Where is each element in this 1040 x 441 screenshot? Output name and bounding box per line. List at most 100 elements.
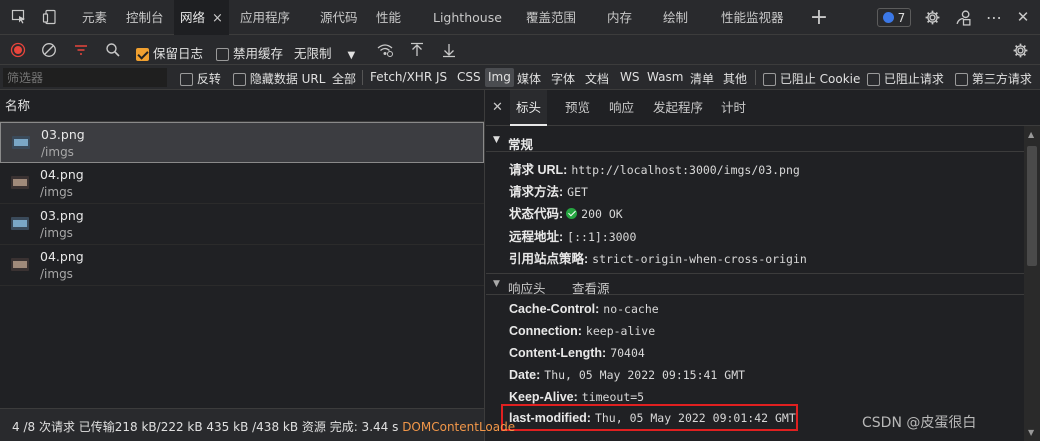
blocked-cookies-checkbox[interactable]: 已阻止 Cookie: [763, 70, 860, 87]
blocked-requests-check[interactable]: [867, 73, 880, 86]
filter-type-fetch-xhr[interactable]: Fetch/XHR: [370, 70, 432, 84]
record-icon[interactable]: [8, 40, 28, 60]
disable-cache-checkbox[interactable]: 禁用缓存: [216, 43, 283, 62]
close-devtools-icon[interactable]: ✕: [1013, 7, 1033, 27]
clear-icon[interactable]: [39, 40, 59, 60]
table-row[interactable]: 03.png /imgs: [0, 122, 484, 163]
settings-gear-icon[interactable]: [922, 7, 942, 27]
export-har-icon[interactable]: [439, 40, 459, 60]
issues-badge[interactable]: 7: [877, 8, 911, 27]
connect-devices-icon[interactable]: [953, 7, 973, 27]
tab-rendering[interactable]: 绘制: [663, 0, 688, 35]
issues-count: 7: [897, 10, 906, 25]
filter-input[interactable]: [3, 68, 167, 87]
header-value: [::1]:3000: [567, 230, 637, 244]
tab-elements[interactable]: 元素: [82, 0, 107, 35]
divider: [755, 70, 756, 85]
preserve-log-check[interactable]: [136, 48, 149, 61]
image-thumbnail-icon: [11, 176, 29, 189]
filter-bar: 反转 隐藏数据 URL 全部 Fetch/XHR JS CSS Img 媒体 字…: [0, 65, 1040, 90]
tab-console[interactable]: 控制台: [126, 0, 164, 35]
tab-application[interactable]: 应用程序: [240, 0, 290, 35]
header-value: 70404: [610, 346, 645, 360]
more-options-icon[interactable]: ⋯: [984, 7, 1004, 27]
invert-label: 反转: [196, 72, 221, 86]
expand-triangle-icon: ▼: [493, 279, 500, 289]
invert-checkbox[interactable]: 反转: [180, 70, 221, 87]
search-icon[interactable]: [103, 40, 123, 60]
close-tab-icon[interactable]: ×: [212, 11, 223, 26]
tab-performance-monitor[interactable]: 性能监视器: [721, 0, 784, 35]
view-source-link[interactable]: 查看源: [572, 278, 610, 297]
third-party-check[interactable]: [955, 73, 968, 86]
status-ok-icon: [566, 208, 578, 219]
disable-cache-check[interactable]: [216, 48, 229, 61]
filter-type-ws[interactable]: WS: [620, 70, 639, 84]
blocked-cookies-check[interactable]: [763, 73, 776, 86]
filter-type-wasm[interactable]: Wasm: [647, 70, 683, 84]
details-scrollbar[interactable]: ▲ ▼: [1024, 126, 1040, 441]
tab-network[interactable]: 网络 ×: [174, 0, 229, 35]
header-row: 引用站点策略: strict-origin-when-cross-origin: [509, 248, 807, 267]
tab-coverage[interactable]: 覆盖范围: [526, 0, 576, 35]
tab-network-label: 网络: [180, 10, 206, 25]
header-key: Date:: [509, 368, 541, 382]
request-name: 03.png: [40, 208, 84, 223]
blocked-requests-label: 已阻止请求: [883, 72, 944, 86]
blocked-requests-checkbox[interactable]: 已阻止请求: [867, 70, 944, 87]
filter-type-other[interactable]: 其他: [723, 70, 747, 87]
header-row: 远程地址: [::1]:3000: [509, 226, 636, 245]
image-thumbnail-icon: [11, 217, 29, 230]
filter-type-js[interactable]: JS: [436, 70, 447, 84]
header-key: Connection:: [509, 324, 582, 338]
tab-response[interactable]: 响应: [609, 90, 634, 126]
tab-headers[interactable]: 标头: [510, 90, 548, 126]
name-column-header[interactable]: 名称: [0, 90, 484, 122]
scroll-up-icon[interactable]: ▲: [1028, 130, 1034, 139]
filter-icon[interactable]: [71, 40, 91, 60]
request-path: /imgs: [40, 185, 73, 199]
tab-performance[interactable]: 性能: [376, 0, 401, 35]
filter-type-media[interactable]: 媒体: [517, 70, 541, 87]
response-headers-section-header[interactable]: ▼ 响应头 查看源: [486, 273, 1024, 297]
device-toolbar-icon[interactable]: [40, 7, 60, 27]
watermark-text: CSDN @皮蛋很白: [862, 415, 977, 431]
tab-timing[interactable]: 计时: [721, 90, 746, 126]
hide-data-urls-check[interactable]: [233, 73, 246, 86]
filter-type-manifest[interactable]: 清单: [690, 70, 714, 87]
table-row[interactable]: 04.png /imgs: [0, 245, 484, 286]
filter-type-css[interactable]: CSS: [457, 70, 481, 84]
import-har-icon[interactable]: [407, 40, 427, 60]
response-headers-title: 响应头: [508, 281, 546, 296]
issues-icon: [882, 12, 894, 23]
tab-memory[interactable]: 内存: [607, 0, 632, 35]
chevron-down-icon: ▼: [347, 50, 356, 61]
request-name: 04.png: [40, 249, 84, 264]
network-settings-gear-icon[interactable]: [1010, 40, 1030, 60]
table-row[interactable]: 03.png /imgs: [0, 204, 484, 245]
close-details-icon[interactable]: ✕: [492, 90, 503, 126]
invert-check[interactable]: [180, 73, 193, 86]
preserve-log-checkbox[interactable]: 保留日志: [136, 43, 203, 62]
filter-type-doc[interactable]: 文档: [585, 70, 609, 87]
header-key: 状态代码:: [509, 207, 564, 221]
scroll-down-icon[interactable]: ▼: [1028, 428, 1034, 437]
table-row[interactable]: 04.png /imgs: [0, 163, 484, 204]
tab-sources[interactable]: 源代码: [320, 0, 358, 35]
tab-preview[interactable]: 预览: [565, 90, 590, 126]
request-list: 名称 03.png /imgs 04.png /imgs 03.png /img…: [0, 90, 485, 408]
scrollbar-thumb[interactable]: [1027, 146, 1037, 266]
throttling-select[interactable]: 无限制 ▼: [294, 43, 355, 62]
filter-type-font[interactable]: 字体: [551, 70, 575, 87]
third-party-checkbox[interactable]: 第三方请求: [955, 70, 1032, 87]
tab-initiator[interactable]: 发起程序: [653, 90, 703, 126]
network-conditions-icon[interactable]: [375, 40, 395, 60]
preserve-log-label: 保留日志: [152, 46, 203, 61]
tab-lighthouse[interactable]: Lighthouse: [433, 0, 502, 35]
hide-data-urls-checkbox[interactable]: 隐藏数据 URL: [233, 70, 325, 87]
inspect-element-icon[interactable]: [9, 7, 29, 27]
filter-type-img[interactable]: Img: [485, 68, 514, 87]
general-section-header[interactable]: ▼ 常规: [486, 130, 1024, 152]
add-tab-icon[interactable]: +: [809, 5, 829, 30]
filter-type-all[interactable]: 全部: [332, 70, 356, 87]
